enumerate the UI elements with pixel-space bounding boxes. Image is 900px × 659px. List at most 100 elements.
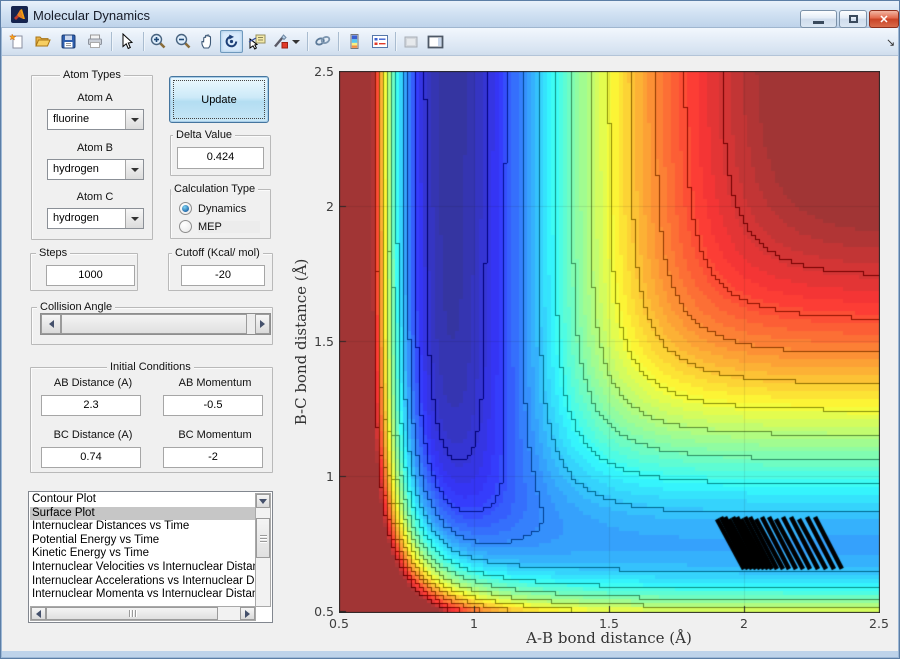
hscroll-left-button[interactable] (31, 607, 46, 620)
atom-b-value: hydrogen (53, 163, 99, 175)
show-plot-tools-icon (427, 35, 444, 48)
list-item[interactable]: Internuclear Momenta vs Internuclear Dis… (30, 588, 256, 602)
data-cursor-button[interactable] (245, 30, 268, 53)
pointer-icon (122, 33, 133, 50)
rotate-3d-icon (225, 34, 238, 48)
chevron-down-icon (130, 216, 139, 221)
y-tick-label: 1 (326, 469, 334, 484)
list-item[interactable]: Kinetic Energy vs Time (30, 547, 256, 561)
delta-value-field[interactable]: 0.424 (177, 147, 264, 169)
open-file-button[interactable] (31, 30, 54, 53)
toolbar-separator (395, 32, 396, 51)
rotate-3d-button[interactable] (220, 30, 243, 53)
atom-c-dropdown[interactable]: hydrogen (47, 208, 144, 229)
data-cursor-icon (248, 34, 265, 50)
collision-angle-slider[interactable] (40, 313, 271, 335)
list-item[interactable]: Internuclear Accelerations vs Internucle… (30, 575, 256, 589)
atom-a-label: Atom A (77, 92, 113, 104)
delta-value-title: Delta Value (173, 129, 236, 141)
y-tick-label: 0.5 (314, 604, 334, 619)
ab-distance-field[interactable]: 2.3 (41, 395, 141, 416)
minimize-icon (813, 20, 824, 24)
pes-canvas[interactable] (339, 71, 880, 613)
insert-colorbar-button[interactable] (343, 30, 366, 53)
restore-button[interactable] (839, 10, 867, 28)
atom-a-dropdown-button[interactable] (125, 110, 143, 129)
list-item[interactable]: Internuclear Velocities vs Internuclear … (30, 561, 256, 575)
cutoff-field[interactable]: -20 (181, 265, 265, 286)
new-document-button[interactable] (6, 30, 29, 53)
print-button[interactable] (83, 30, 106, 53)
atom-a-dropdown[interactable]: fluorine (47, 109, 144, 130)
pan-button[interactable] (196, 30, 219, 53)
hscroll-right-button[interactable] (240, 607, 255, 620)
hide-plot-tools-button[interactable] (399, 30, 422, 53)
bc-momentum-field[interactable]: -2 (163, 447, 263, 468)
thumb-grip (257, 519, 269, 557)
matlab-logo-icon (11, 6, 28, 23)
atom-b-dropdown[interactable]: hydrogen (47, 159, 144, 180)
chevron-down-icon (130, 167, 139, 172)
list-item[interactable]: Potential Energy vs Time (30, 534, 256, 548)
toolbar-overflow-icon[interactable]: ↘ (886, 36, 895, 49)
atom-c-dropdown-button[interactable] (125, 209, 143, 228)
title-bar[interactable]: Molecular Dynamics ✕ (1, 1, 899, 28)
close-button[interactable]: ✕ (869, 10, 899, 28)
arrow-down-icon (259, 498, 267, 504)
x-axis-label: A-B bond distance (Å) (526, 629, 692, 647)
insert-legend-button[interactable] (368, 30, 391, 53)
save-button[interactable] (57, 30, 80, 53)
zoom-in-button[interactable] (147, 30, 170, 53)
atom-c-value: hydrogen (53, 212, 99, 224)
chevron-down-icon (130, 117, 139, 122)
chevron-down-icon (292, 39, 300, 44)
slider-right-arrow[interactable] (255, 314, 270, 334)
ab-momentum-field[interactable]: -0.5 (163, 395, 263, 416)
save-icon (61, 34, 76, 49)
list-item[interactable]: Contour Plot (30, 493, 256, 507)
app-window: Molecular Dynamics ✕ ↘ Atom Types Atom A… (0, 0, 900, 659)
cutoff-title: Cutoff (Kcal/ mol) (172, 247, 263, 259)
vscroll-down-button[interactable] (256, 494, 270, 508)
open-file-icon (34, 36, 51, 47)
new-document-icon (9, 33, 23, 49)
plot-type-listbox[interactable]: Contour Plot Surface Plot Internuclear D… (28, 491, 273, 623)
atom-a-value: fluorine (53, 113, 90, 125)
list-item-selected[interactable]: Surface Plot (30, 506, 256, 521)
brush-icon (274, 34, 288, 49)
bc-distance-label: BC Distance (A) (53, 429, 133, 441)
dynamics-radio[interactable] (179, 202, 192, 215)
toolbar-separator (307, 32, 308, 51)
list-item[interactable]: Internuclear Distances vs Time (30, 520, 256, 534)
mep-radio-label: MEP (198, 221, 260, 233)
atom-b-dropdown-button[interactable] (125, 160, 143, 179)
update-button[interactable]: Update (169, 76, 269, 123)
arrow-left-icon (36, 609, 41, 618)
arrow-right-icon (260, 320, 265, 328)
toolbar-separator (111, 32, 112, 51)
arrow-left-icon (48, 320, 54, 328)
vscroll-thumb[interactable] (256, 518, 270, 558)
y-tick-label: 2 (326, 199, 334, 214)
list-vscrollbar[interactable] (255, 493, 271, 607)
atom-types-title: Atom Types (60, 69, 124, 81)
show-plot-tools-button[interactable] (424, 30, 447, 53)
mep-radio[interactable] (179, 220, 192, 233)
list-hscrollbar[interactable] (30, 606, 256, 621)
atom-c-label: Atom C (76, 191, 114, 203)
brush-button[interactable] (269, 30, 292, 53)
slider-left-arrow[interactable] (41, 314, 61, 334)
link-plots-button[interactable] (311, 30, 334, 53)
hscroll-thumb[interactable] (46, 607, 218, 620)
minimize-button[interactable] (800, 10, 837, 28)
toolbar-separator (338, 32, 339, 51)
zoom-out-button[interactable] (172, 30, 195, 53)
bc-distance-field[interactable]: 0.74 (41, 447, 141, 468)
slider-thumb[interactable] (61, 314, 247, 334)
ab-momentum-label: AB Momentum (178, 377, 252, 389)
dynamics-radio-label: Dynamics (198, 203, 247, 215)
steps-field[interactable]: 1000 (46, 265, 135, 286)
brush-dropdown[interactable] (290, 30, 302, 53)
pointer-button[interactable] (115, 30, 138, 53)
colorbar-icon (350, 34, 359, 49)
